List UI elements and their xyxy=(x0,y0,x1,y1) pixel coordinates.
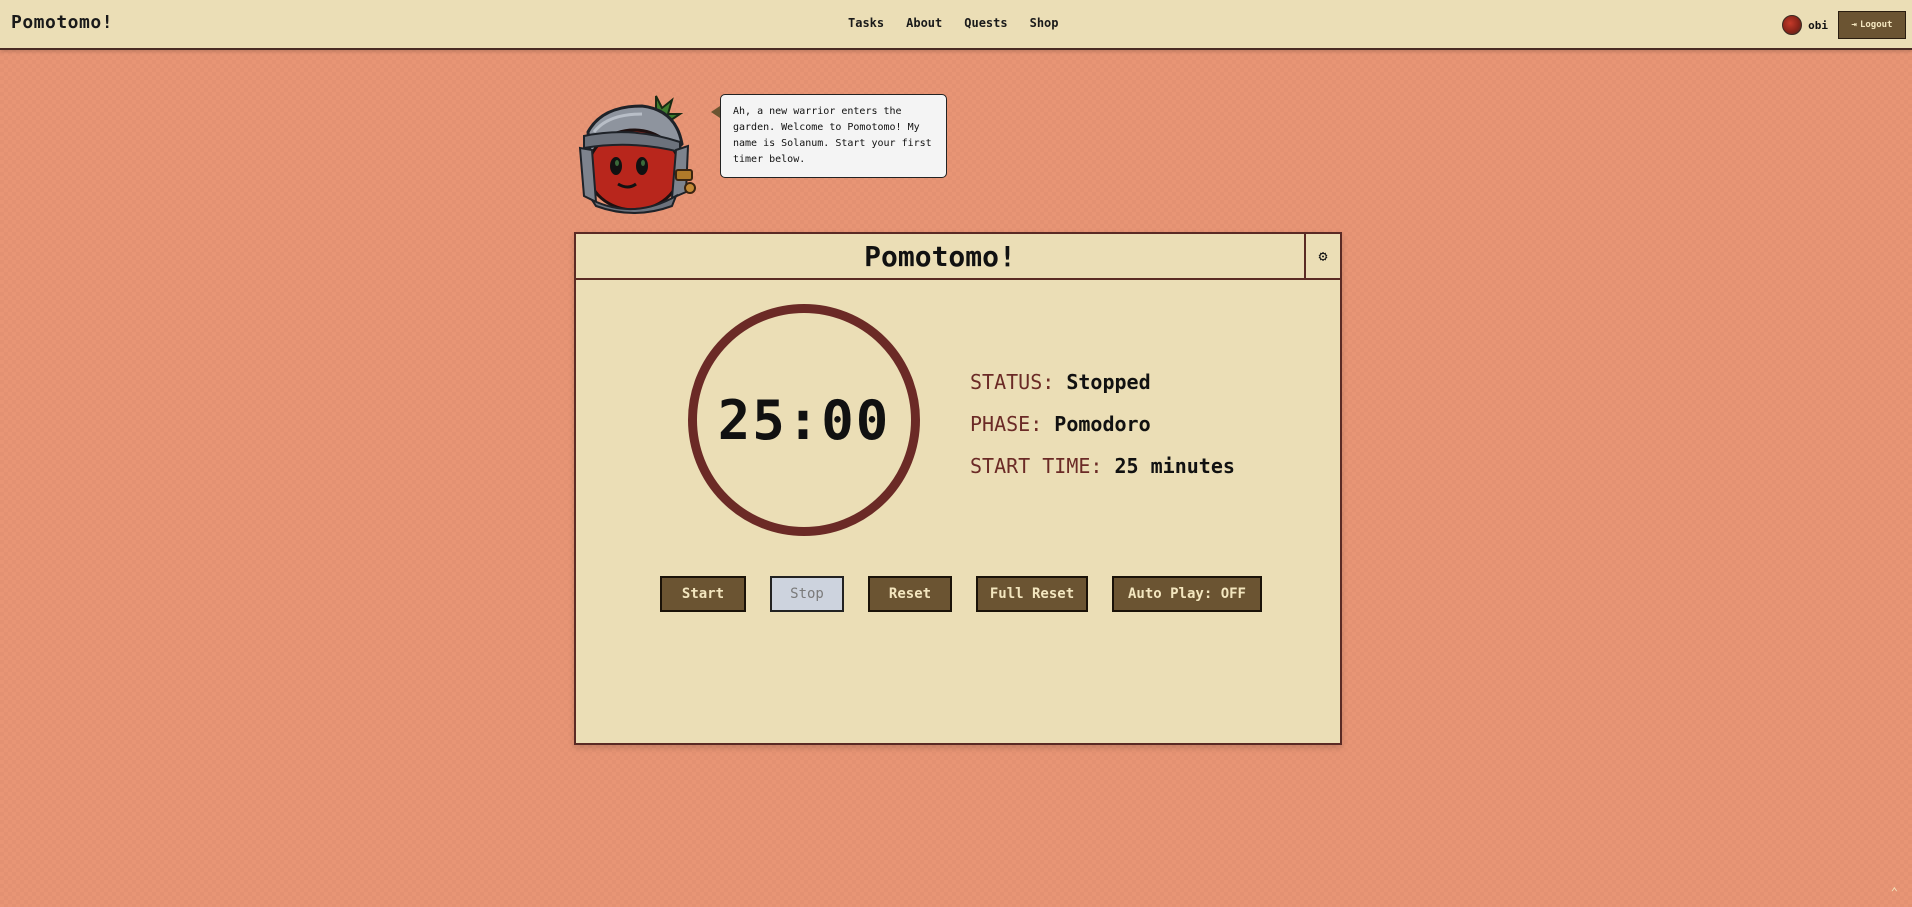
full-reset-button[interactable]: Full Reset xyxy=(976,576,1088,612)
status-label: STATUS: xyxy=(970,370,1055,394)
nav-shop[interactable]: Shop xyxy=(1030,16,1059,30)
username[interactable]: obi xyxy=(1808,19,1828,32)
status-value: Stopped xyxy=(1066,370,1151,394)
autoplay-button[interactable]: Auto Play: OFF xyxy=(1112,576,1262,612)
speech-tail xyxy=(711,106,720,118)
timer-display: 25:00 xyxy=(717,388,891,452)
panel-header: Pomotomo! ⚙ xyxy=(576,234,1340,280)
gear-icon: ⚙ xyxy=(1318,247,1328,265)
chevron-up-icon[interactable]: ⌃ xyxy=(1891,885,1898,899)
nav-about[interactable]: About xyxy=(906,16,942,30)
brand-logo[interactable]: Pomotomo! xyxy=(11,12,113,33)
mascot-solanum xyxy=(578,95,696,214)
phase-row: PHASE: Pomodoro xyxy=(970,403,1235,445)
nav-tasks[interactable]: Tasks xyxy=(848,16,884,30)
start-button[interactable]: Start xyxy=(660,576,746,612)
start-time-row: START TIME: 25 minutes xyxy=(970,445,1235,487)
phase-value: Pomodoro xyxy=(1054,412,1151,436)
logout-icon: ⇥ xyxy=(1851,20,1857,30)
avatar[interactable] xyxy=(1782,15,1803,35)
navbar: Pomotomo! Tasks About Quests Shop obi ⇥ … xyxy=(0,0,1912,50)
user-area: obi ⇥ Logout xyxy=(1782,10,1912,40)
settings-button[interactable]: ⚙ xyxy=(1304,234,1340,278)
start-time-label: START TIME: xyxy=(970,454,1103,478)
panel-title: Pomotomo! xyxy=(864,239,1016,273)
speech-bubble: Ah, a new warrior enters the garden. Wel… xyxy=(720,94,947,178)
nav-links: Tasks About Quests Shop xyxy=(848,16,1059,30)
logout-button[interactable]: ⇥ Logout xyxy=(1838,11,1906,39)
reset-button[interactable]: Reset xyxy=(868,576,952,612)
timer-ring: 25:00 xyxy=(688,304,920,536)
nav-quests[interactable]: Quests xyxy=(964,16,1007,30)
phase-label: PHASE: xyxy=(970,412,1043,436)
logout-label: Logout xyxy=(1859,20,1893,30)
status-row: STATUS: Stopped xyxy=(970,361,1235,403)
timer-info: STATUS: Stopped PHASE: Pomodoro START TI… xyxy=(970,361,1235,487)
start-time-value: 25 minutes xyxy=(1114,454,1235,478)
stop-button[interactable]: Stop xyxy=(770,576,844,612)
timer-panel: Pomotomo! ⚙ 25:00 STATUS: Stopped PHASE:… xyxy=(574,232,1342,745)
